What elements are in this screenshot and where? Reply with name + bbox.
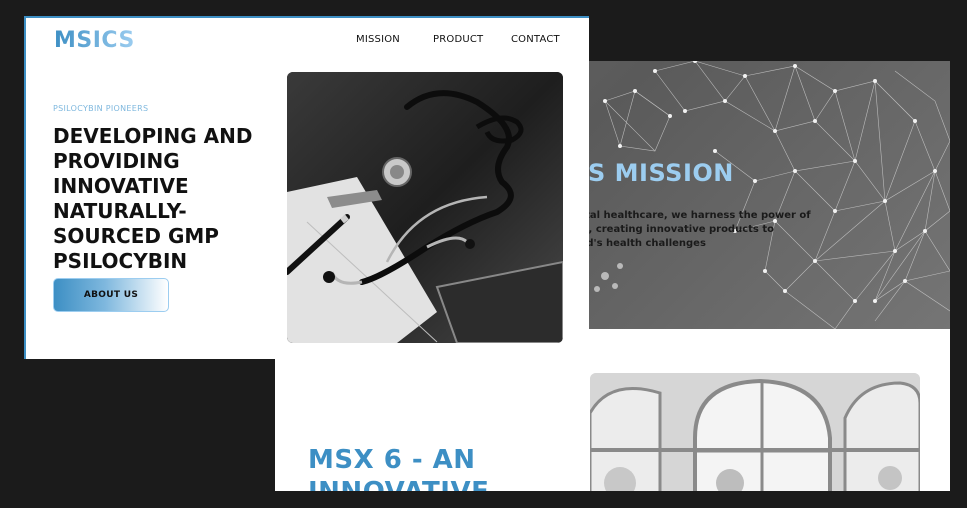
site-logo[interactable]: MSICS — [54, 28, 135, 53]
hero-title-line: DEVELOPING AND — [53, 124, 253, 148]
product-title-line: MSX 6 - AN — [308, 445, 476, 475]
mission-text-line: rld's health challenges — [578, 238, 706, 249]
hero-title-line: PROVIDING — [53, 149, 180, 173]
nav-link-product[interactable]: PRODUCT — [433, 34, 483, 45]
mission-section-title: S MISSION — [588, 159, 734, 187]
stethoscope-image — [287, 72, 563, 343]
hero-title-line: INNOVATIVE — [53, 174, 189, 198]
nav-link-mission[interactable]: MISSION — [356, 34, 400, 45]
stethoscope-photo — [287, 72, 563, 343]
hero-title: DEVELOPING AND PROVIDING INNOVATIVE NATU… — [53, 124, 263, 274]
front-page-window: MSICS MISSION PRODUCT CONTACT PSILOCYBIN… — [24, 16, 589, 359]
mission-text-line: ntal healthcare, we harness the power of — [578, 210, 811, 221]
hero-title-line: NATURALLY- — [53, 199, 187, 223]
hero-title-line: PSILOCYBIN — [53, 249, 188, 273]
mission-text-line: in, creating innovative products to — [578, 224, 775, 235]
product-section-title: MSX 6 - AN INNOVATIVE — [308, 444, 528, 491]
arched-windows-photo — [590, 373, 920, 491]
hero-eyebrow: PSILOCYBIN PIONEERS — [53, 104, 149, 113]
about-us-button[interactable]: ABOUT US — [53, 278, 169, 312]
nav-link-contact[interactable]: CONTACT — [511, 34, 560, 45]
hero-title-line: SOURCED GMP — [53, 224, 219, 248]
arched-windows-image — [590, 373, 920, 491]
mission-description: ntal healthcare, we harness the power of… — [578, 209, 811, 251]
product-title-line: INNOVATIVE — [308, 476, 528, 491]
